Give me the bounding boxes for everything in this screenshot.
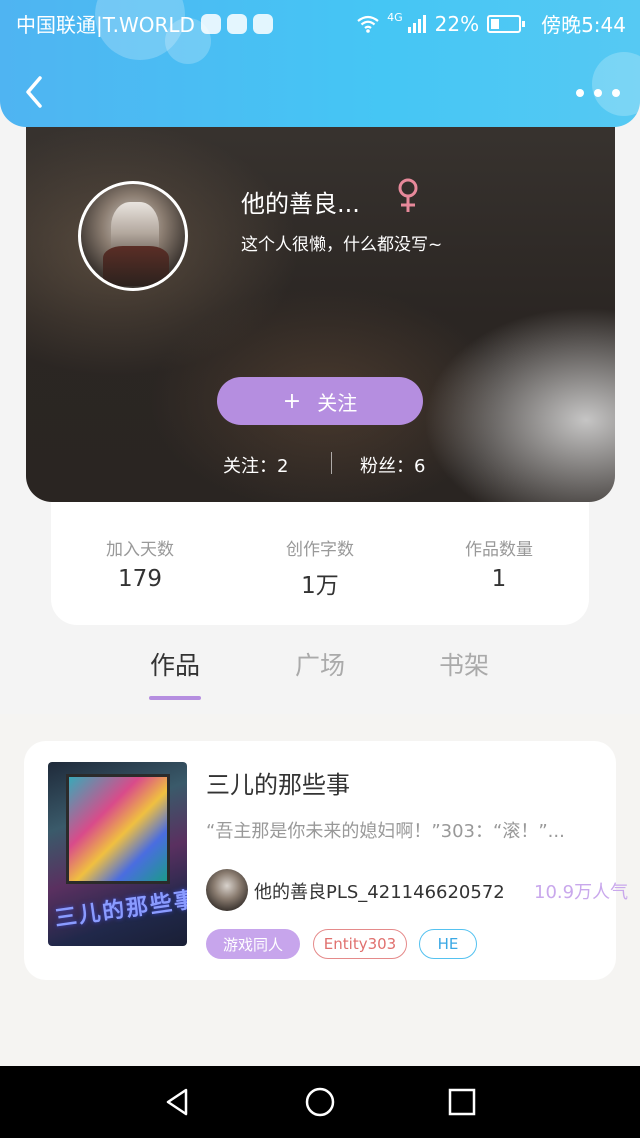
- tab-bookshelf[interactable]: 书架: [414, 646, 514, 700]
- author-name[interactable]: 他的善良PLS_421146620572: [254, 878, 505, 904]
- follow-button[interactable]: + 关注: [217, 377, 423, 425]
- carrier-text: 中国联通|T.WORLD: [16, 13, 195, 37]
- tab-active-indicator: [149, 696, 201, 700]
- more-dot-icon: [594, 89, 602, 97]
- tab-label: 作品: [149, 651, 200, 680]
- back-button[interactable]: [20, 72, 52, 112]
- following-label: 关注：: [223, 456, 277, 477]
- stat-value: 179: [118, 566, 162, 592]
- fans-stat[interactable]: 粉丝：6: [360, 452, 425, 478]
- tag-he[interactable]: HE: [419, 929, 477, 959]
- tab-label: 书架: [438, 651, 489, 680]
- plus-icon: +: [282, 388, 302, 414]
- battery-percent: 22%: [434, 11, 480, 36]
- music-app-icon: [200, 13, 221, 34]
- stats-card: 加入天数 179 创作字数 1万 作品数量 1: [51, 490, 589, 625]
- stat-value: 1万: [301, 573, 339, 599]
- status-bar-right: 4G 22% 傍晚5:44: [357, 9, 626, 38]
- tab-works[interactable]: 作品: [125, 646, 225, 700]
- author-avatar[interactable]: [206, 869, 248, 911]
- tab-indicator: [294, 696, 346, 700]
- fans-label: 粉丝：: [360, 456, 414, 477]
- more-options-button[interactable]: [576, 80, 620, 106]
- work-card[interactable]: 三儿的那些事 三儿的那些事 “吾主那是你未来的媳妇啊！”303：“滚！”... …: [24, 741, 628, 980]
- status-bar: 中国联通|T.WORLD 4G 22% 傍晚5:44: [0, 0, 640, 44]
- tag-game-fanfic[interactable]: 游戏同人: [206, 929, 300, 959]
- clock: 傍晚5:44: [541, 13, 626, 37]
- stat-work-count: 作品数量 1: [424, 535, 574, 592]
- more-dot-icon: [612, 89, 620, 97]
- back-triangle-icon[interactable]: [162, 1086, 194, 1118]
- cover-title: 三儿的那些事: [53, 887, 187, 932]
- stat-value: 1: [491, 566, 507, 592]
- female-symbol-icon: [398, 178, 418, 212]
- avatar[interactable]: [78, 181, 188, 291]
- tab-indicator: [438, 696, 490, 700]
- recents-square-icon[interactable]: [446, 1086, 478, 1118]
- top-header: 中国联通|T.WORLD 4G 22% 傍晚5:44: [0, 0, 640, 127]
- cover-art: [66, 774, 170, 884]
- following-count: 2: [277, 456, 289, 477]
- book-cover[interactable]: 三儿的那些事: [48, 762, 187, 946]
- network-type: 4G: [387, 11, 403, 24]
- tab-bar: 作品 广场 书架: [0, 640, 640, 714]
- stat-label: 作品数量: [465, 540, 533, 560]
- tag-entity303[interactable]: Entity303: [313, 929, 407, 959]
- tab-square[interactable]: 广场: [270, 646, 370, 700]
- more-dot-icon: [576, 89, 584, 97]
- store-app-icon: [252, 13, 273, 34]
- battery-icon: [487, 14, 526, 33]
- stat-label: 创作字数: [286, 540, 354, 560]
- stat-word-count: 创作字数 1万: [245, 535, 395, 600]
- status-bar-left: 中国联通|T.WORLD: [16, 9, 273, 38]
- following-stat[interactable]: 关注：2: [223, 452, 288, 478]
- work-description: “吾主那是你未来的媳妇啊！”303：“滚！”...: [206, 821, 565, 842]
- browser-app-icon: [226, 13, 247, 34]
- popularity-count: 10.9万人气: [534, 882, 629, 903]
- profile-name: 他的善良...: [241, 190, 360, 218]
- profile-card: 他的善良... 这个人很懒，什么都没写~ + 关注 关注：2 粉丝：6: [26, 90, 615, 502]
- signal-icon: [407, 14, 426, 33]
- profile-bio: 这个人很懒，什么都没写~: [241, 235, 443, 255]
- work-title[interactable]: 三儿的那些事: [206, 765, 350, 800]
- tab-label: 广场: [294, 651, 345, 680]
- stat-divider: [331, 452, 332, 474]
- fans-count: 6: [414, 456, 426, 477]
- system-nav-bar: [0, 1066, 640, 1138]
- home-circle-icon[interactable]: [304, 1086, 336, 1118]
- chevron-left-icon: [26, 76, 42, 108]
- stat-join-days: 加入天数 179: [65, 535, 215, 592]
- wifi-icon: [357, 15, 379, 33]
- avatar-figure-body: [103, 246, 169, 286]
- follow-button-label: 关注: [317, 390, 358, 415]
- stat-label: 加入天数: [106, 540, 174, 560]
